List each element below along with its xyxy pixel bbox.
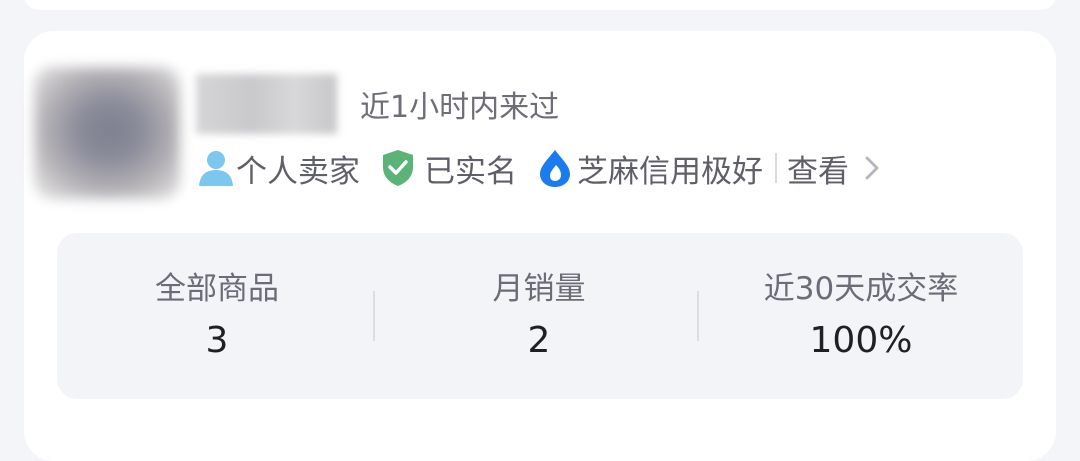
- tag-sesame-credit[interactable]: 芝麻信用极好: [537, 146, 763, 191]
- view-credit-label[interactable]: 查看: [787, 146, 849, 191]
- stat-monthly-sales-label: 月销量: [492, 271, 586, 307]
- stat-monthly-sales-value: 2: [527, 320, 551, 361]
- tag-personal-seller-label: 个人卖家: [236, 153, 360, 190]
- tag-verified: 已实名: [380, 146, 517, 191]
- chevron-right-icon[interactable]: [863, 153, 881, 183]
- tag-personal-seller: 个人卖家: [196, 146, 360, 191]
- stat-deal-rate-value: 100%: [809, 320, 913, 361]
- previous-card: [24, 0, 1056, 10]
- stat-all-items-value: 3: [205, 320, 229, 361]
- stats-panel: 全部商品 3 月销量 2 近30天成交率 100%: [57, 233, 1023, 399]
- seller-card[interactable]: 近1小时内来过 个人卖家 已实名 芝麻信用极好 查看 全部商品 3 月销量 2 …: [24, 31, 1056, 461]
- tag-divider: [775, 153, 777, 183]
- seller-tags-row: 个人卖家 已实名 芝麻信用极好 查看: [196, 146, 881, 191]
- stat-deal-rate-label: 近30天成交率: [763, 271, 959, 307]
- seller-name-blurred[interactable]: [196, 74, 337, 134]
- person-icon: [196, 148, 236, 188]
- tag-sesame-credit-label: 芝麻信用极好: [577, 153, 763, 190]
- stat-divider: [697, 291, 699, 341]
- tag-verified-label: 已实名: [424, 153, 517, 190]
- stat-deal-rate[interactable]: 近30天成交率 100%: [711, 269, 1011, 363]
- last-active-text: 近1小时内来过: [360, 90, 560, 125]
- seller-avatar[interactable]: [34, 67, 180, 199]
- stat-monthly-sales[interactable]: 月销量 2: [389, 269, 689, 363]
- stat-all-items-label: 全部商品: [155, 271, 279, 307]
- sesame-credit-icon: [537, 148, 573, 188]
- view-credit-link[interactable]: 查看: [787, 146, 881, 191]
- stat-divider: [373, 291, 375, 341]
- shield-check-icon: [380, 148, 416, 188]
- stat-all-items[interactable]: 全部商品 3: [67, 269, 367, 363]
